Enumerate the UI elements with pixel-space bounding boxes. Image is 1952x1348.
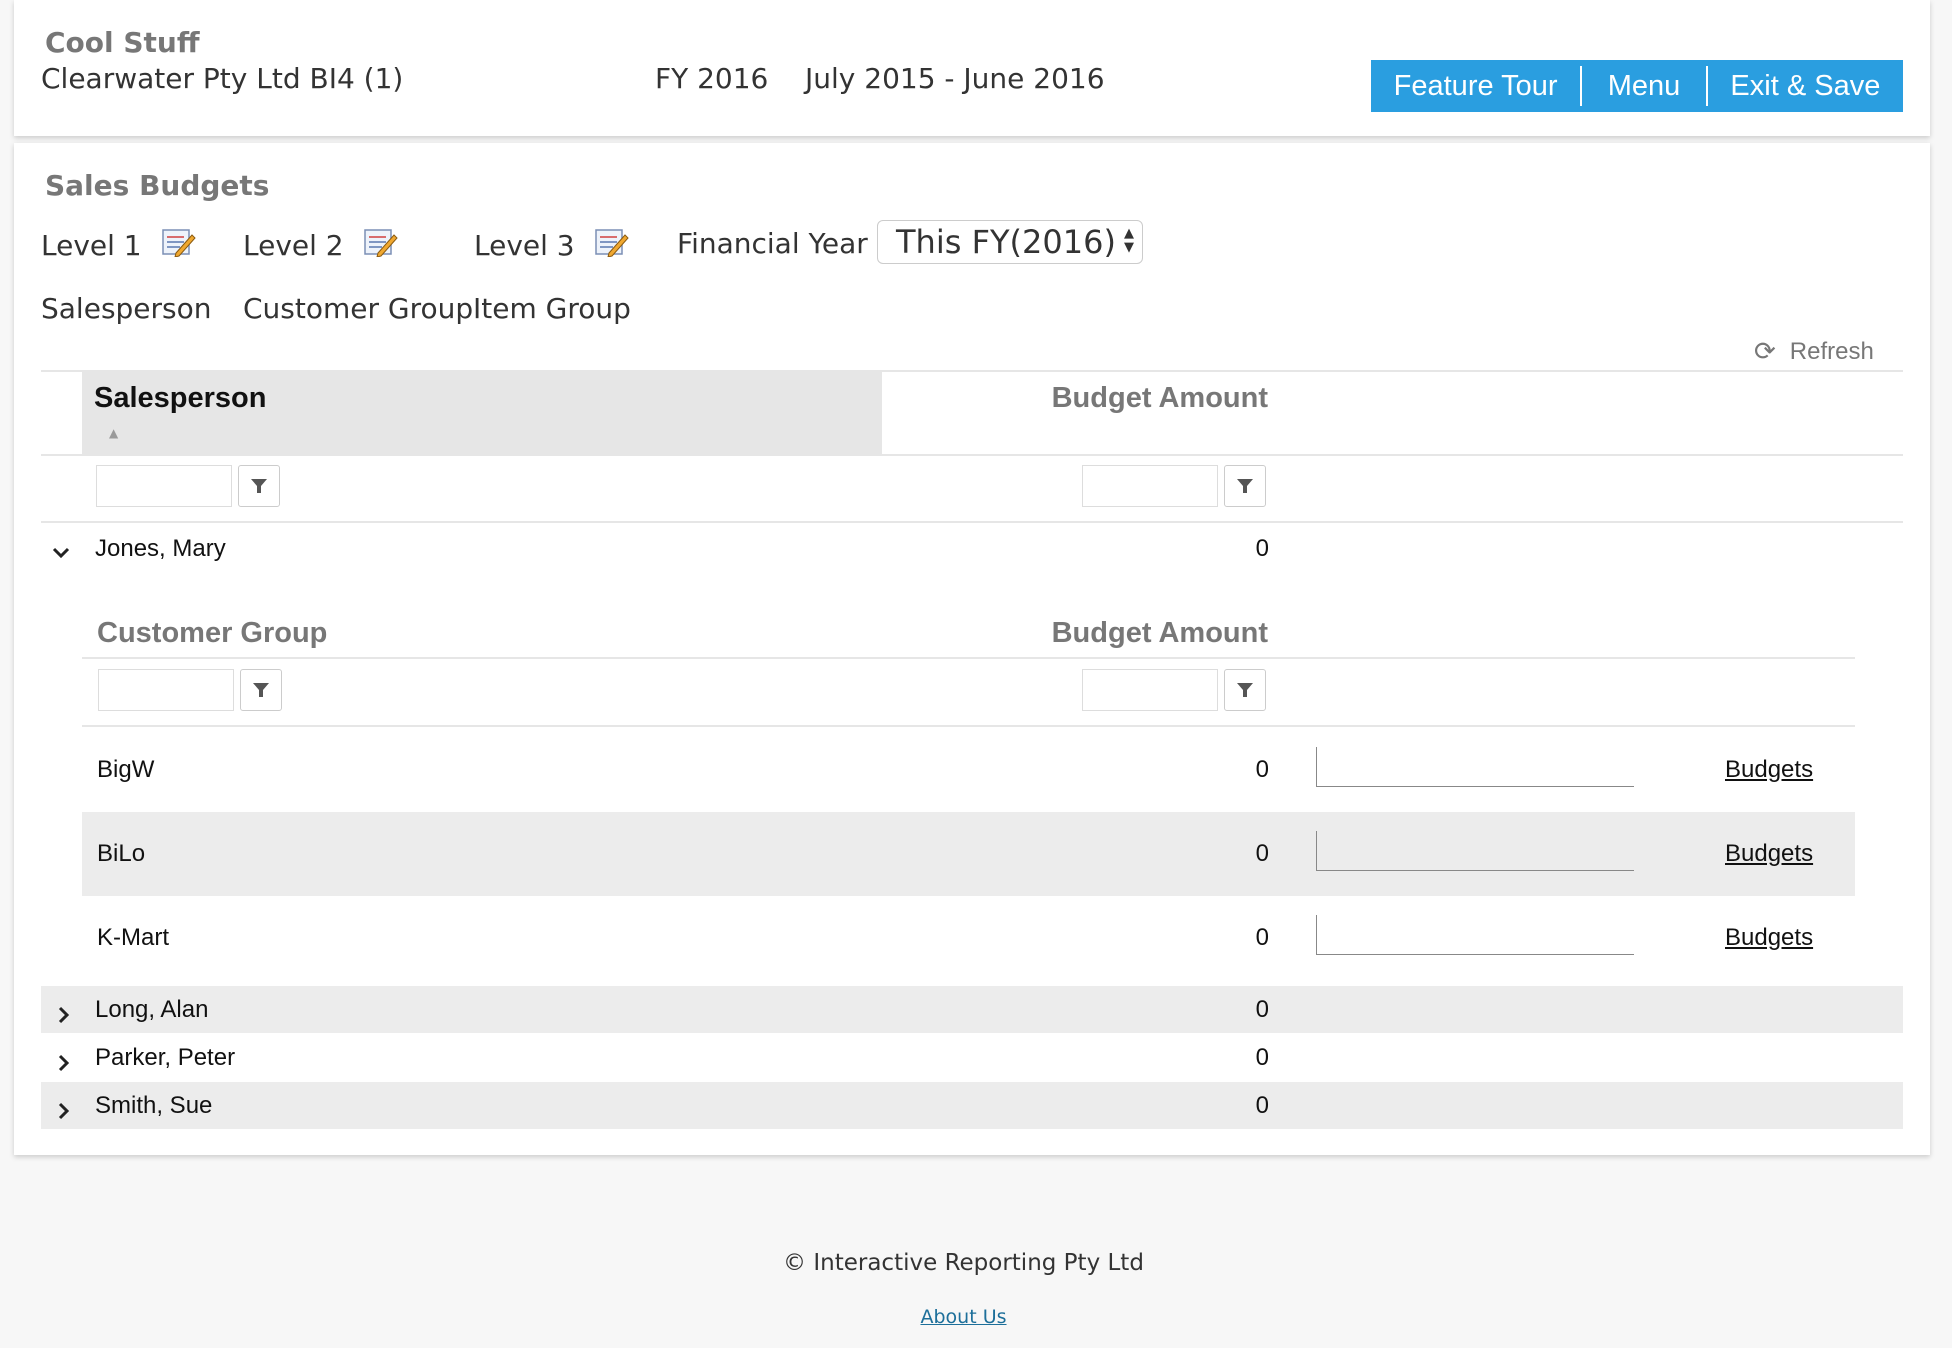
salesperson-filter-input[interactable]	[96, 465, 232, 507]
fiscal-year: FY 2016	[655, 62, 769, 95]
level-2-label: Level 2	[243, 229, 344, 262]
sub-header-divider	[82, 657, 1855, 659]
edit-icon[interactable]	[161, 227, 196, 264]
budget-sparkline	[1316, 747, 1634, 787]
chevron-right-icon[interactable]	[54, 1005, 74, 1025]
refresh-button[interactable]: ⟳ Refresh	[1754, 336, 1874, 367]
chevron-right-icon[interactable]	[54, 1101, 74, 1121]
header-divider	[41, 454, 1903, 456]
level-2-value: Customer Group	[243, 292, 474, 325]
customer-group-filter-input[interactable]	[98, 669, 234, 711]
select-arrows-icon: ▲ ▼	[1124, 226, 1134, 255]
budgets-link[interactable]: Budgets	[1725, 756, 1813, 784]
level-3-value: Item Group	[473, 292, 631, 325]
chevron-right-icon[interactable]	[54, 1053, 74, 1073]
level-1-value: Salesperson	[41, 292, 212, 325]
filter-icon[interactable]	[238, 465, 280, 507]
sales-budgets-panel: Sales Budgets Level 1 Level 2 Level 3 Fi…	[14, 143, 1930, 1155]
level-1-label: Level 1	[41, 229, 142, 262]
salesperson-amount: 0	[1255, 996, 1269, 1023]
salesperson-name: Long, Alan	[95, 996, 209, 1023]
feature-tour-button[interactable]: Feature Tour	[1371, 60, 1580, 112]
level-3-label: Level 3	[474, 229, 575, 262]
about-us-link[interactable]: About Us	[0, 1306, 1927, 1328]
company-name: Cool Stuff	[45, 26, 200, 59]
financial-year-value: This FY(2016)	[896, 223, 1116, 261]
salesperson-amount: 0	[1255, 1092, 1269, 1119]
exit-save-button[interactable]: Exit & Save	[1708, 60, 1903, 112]
budget-amount-column-header[interactable]: Budget Amount	[1014, 382, 1268, 415]
filter-icon[interactable]	[240, 669, 282, 711]
customer-group-amount: 0	[1255, 924, 1269, 951]
fiscal-period: July 2015 - June 2016	[805, 62, 1105, 95]
level-2: Level 2	[243, 227, 398, 264]
level-1: Level 1	[41, 227, 196, 264]
entity-name: Clearwater Pty Ltd BI4 (1)	[41, 62, 404, 95]
financial-year-label: Financial Year	[677, 227, 868, 260]
table-row	[41, 986, 1903, 1033]
filter-icon[interactable]	[1224, 669, 1266, 711]
salesperson-name: Parker, Peter	[95, 1044, 236, 1071]
customer-group-name: K-Mart	[97, 924, 169, 951]
sub-budget-filter-input[interactable]	[1082, 669, 1218, 711]
refresh-icon: ⟳	[1754, 336, 1776, 366]
refresh-label: Refresh	[1789, 337, 1874, 365]
sub-filter-divider	[82, 725, 1855, 727]
customer-group-amount: 0	[1255, 756, 1269, 783]
header-button-group: Feature Tour Menu Exit & Save	[1371, 60, 1903, 112]
customer-group-amount: 0	[1255, 840, 1269, 867]
header-bar: Cool Stuff Clearwater Pty Ltd BI4 (1) FY…	[14, 0, 1930, 136]
filter-divider	[41, 521, 1903, 523]
salesperson-name: Smith, Sue	[95, 1092, 213, 1119]
sub-budget-amount-column-header[interactable]: Budget Amount	[1014, 617, 1268, 650]
menu-button[interactable]: Menu	[1582, 60, 1706, 112]
customer-group-column-header[interactable]: Customer Group	[97, 617, 327, 650]
budgets-link[interactable]: Budgets	[1725, 924, 1813, 952]
customer-group-name: BiLo	[97, 840, 146, 867]
salesperson-column-header[interactable]: Salesperson ▲	[82, 372, 882, 456]
budgets-link[interactable]: Budgets	[1725, 840, 1813, 868]
chevron-down-icon[interactable]	[51, 543, 71, 563]
edit-icon[interactable]	[363, 227, 398, 264]
salesperson-column-label: Salesperson	[94, 382, 267, 414]
filter-icon[interactable]	[1224, 465, 1266, 507]
sort-ascending-icon: ▲	[109, 426, 119, 440]
salesperson-name: Jones, Mary	[95, 535, 226, 562]
footer-copyright: © Interactive Reporting Pty Ltd	[783, 1250, 1144, 1276]
customer-group-name: BigW	[97, 756, 155, 783]
edit-icon[interactable]	[594, 227, 629, 264]
budget-sparkline	[1316, 915, 1634, 955]
table-row	[41, 1082, 1903, 1129]
budget-filter-input[interactable]	[1082, 465, 1218, 507]
level-3: Level 3	[474, 227, 629, 264]
salesperson-amount: 0	[1255, 535, 1269, 562]
financial-year-select[interactable]: This FY(2016) ▲ ▼	[877, 220, 1143, 264]
budget-sparkline	[1316, 831, 1634, 871]
salesperson-amount: 0	[1255, 1044, 1269, 1071]
section-title: Sales Budgets	[45, 169, 270, 202]
